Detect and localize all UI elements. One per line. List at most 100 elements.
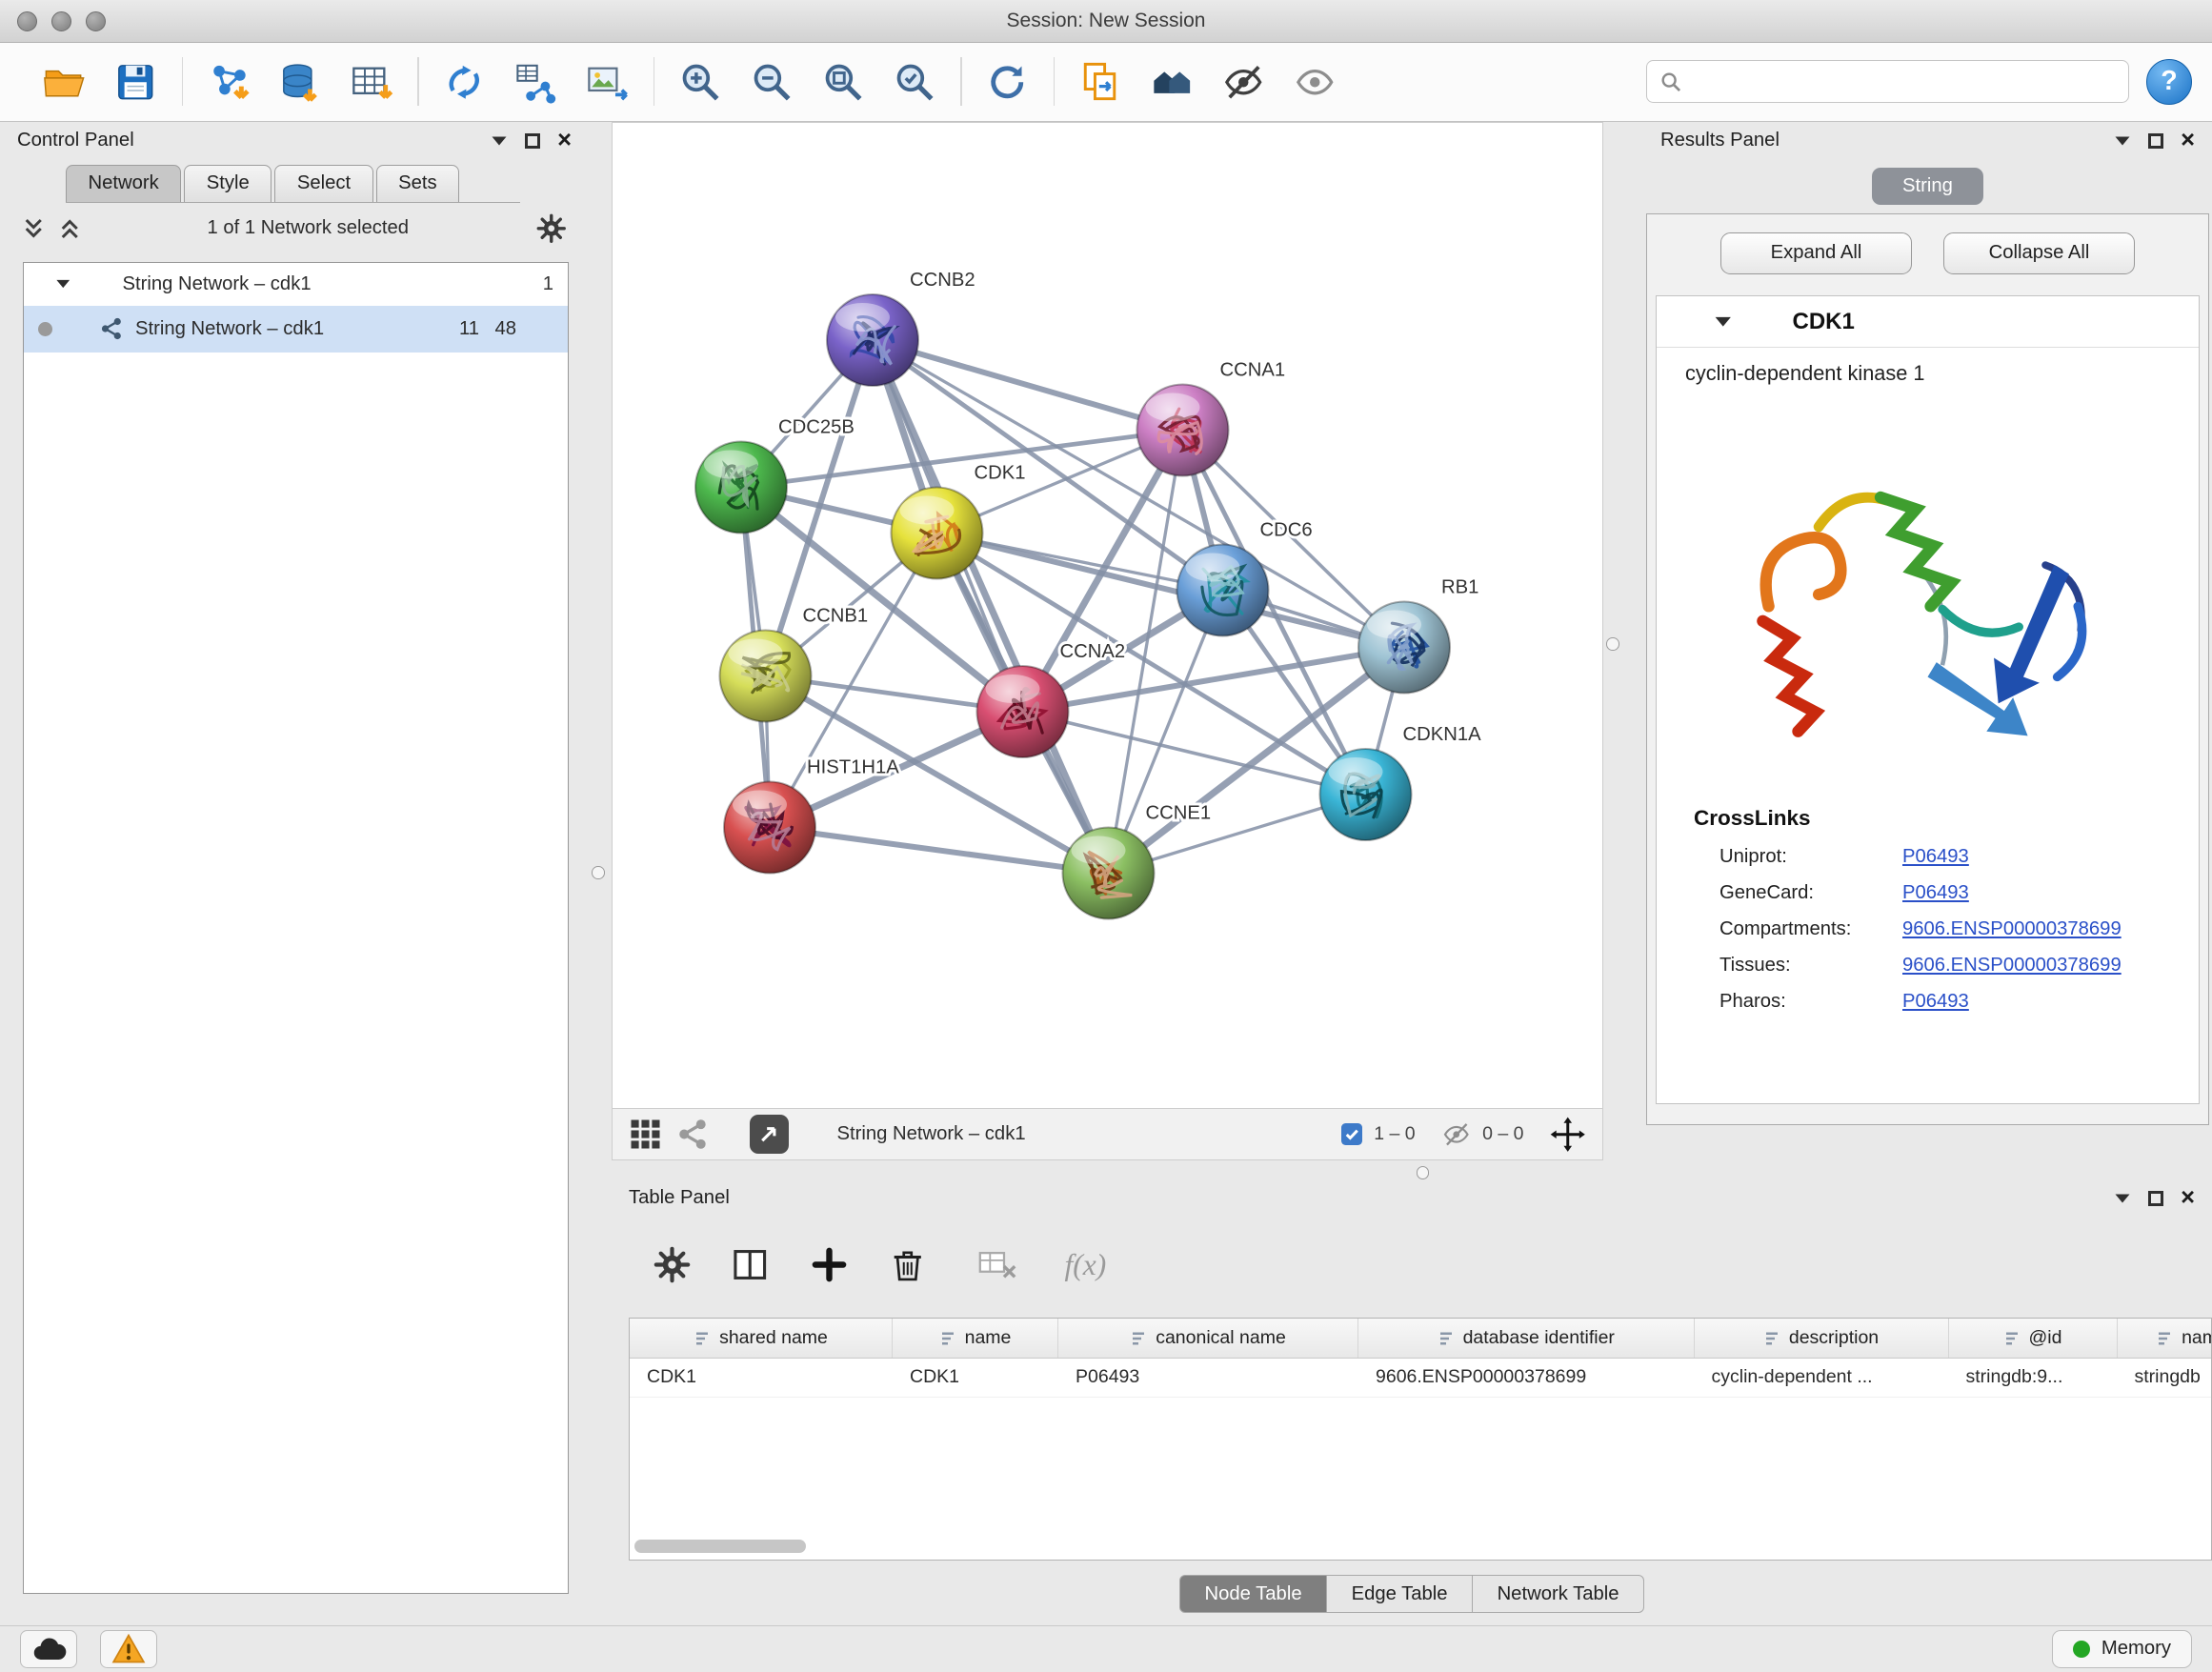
zoom-out-button[interactable] (736, 49, 808, 114)
window-close-button[interactable] (17, 11, 37, 31)
table-cell[interactable]: stringdb:9... (1949, 1359, 2118, 1397)
tree-expander-icon[interactable] (55, 278, 71, 290)
table-data-row[interactable]: CDK1CDK1P064939606.ENSP00000378699cyclin… (630, 1359, 2211, 1398)
panel-float-icon[interactable] (2148, 133, 2164, 150)
crosslink-link[interactable]: P06493 (1902, 846, 1969, 868)
crosslink-link[interactable]: P06493 (1902, 991, 1969, 1013)
delete-table-button[interactable] (975, 1242, 1020, 1288)
network-row[interactable]: String Network – cdk1 11 48 (24, 306, 568, 353)
panel-close-icon[interactable]: × (557, 129, 572, 153)
table-settings-button[interactable] (649, 1242, 694, 1288)
select-columns-button[interactable] (728, 1242, 774, 1288)
bottom-splitter-handle[interactable] (1417, 1166, 1430, 1179)
right-splitter-handle[interactable] (1606, 637, 1619, 651)
import-network-button[interactable] (193, 49, 265, 114)
expand-all-icon[interactable] (59, 217, 81, 240)
network-edge[interactable] (873, 340, 1109, 874)
clone-network-button[interactable] (1065, 49, 1136, 114)
memory-button[interactable]: Memory (2052, 1630, 2192, 1669)
welcome-screen-button[interactable] (1136, 49, 1208, 114)
cloud-button[interactable] (20, 1630, 77, 1669)
panel-menu-icon[interactable] (2114, 1193, 2131, 1204)
save-session-button[interactable] (100, 49, 171, 114)
panel-float-icon[interactable] (525, 133, 541, 150)
tab-network[interactable]: Network (66, 165, 181, 202)
tab-string[interactable]: String (1872, 168, 1983, 205)
tab-select[interactable]: Select (274, 165, 372, 202)
gear-icon[interactable] (536, 213, 567, 244)
expand-all-button[interactable]: Expand All (1720, 232, 1912, 274)
table-cell[interactable]: P06493 (1058, 1359, 1358, 1397)
zoom-in-button[interactable] (665, 49, 736, 114)
column-header-database-identifier[interactable]: database identifier (1358, 1319, 1695, 1358)
network-node-rb1[interactable] (1358, 601, 1450, 693)
zoom-fit-button[interactable] (808, 49, 879, 114)
column-header-name[interactable]: name (893, 1319, 1058, 1358)
detach-view-button[interactable] (750, 1115, 789, 1154)
network-node-cdc6[interactable] (1177, 544, 1269, 635)
crosslink-link[interactable]: 9606.ENSP00000378699 (1902, 955, 2122, 977)
zoom-selected-button[interactable] (879, 49, 951, 114)
table-cell[interactable]: 9606.ENSP00000378699 (1358, 1359, 1695, 1397)
panel-menu-icon[interactable] (491, 135, 508, 147)
network-node-ccne1[interactable] (1063, 827, 1155, 918)
selection-checkbox[interactable] (1341, 1123, 1363, 1145)
tab-node-table[interactable]: Node Table (1179, 1575, 1327, 1613)
search-input[interactable] (1692, 71, 2116, 92)
create-column-button[interactable] (806, 1242, 852, 1288)
left-splitter-handle[interactable] (592, 866, 605, 879)
help-button[interactable]: ? (2146, 59, 2192, 105)
network-node-cdk1[interactable] (892, 487, 983, 578)
delete-column-button[interactable] (885, 1242, 931, 1288)
tab-edge-table[interactable]: Edge Table (1327, 1575, 1473, 1613)
table-cell[interactable]: stringdb (2118, 1359, 2212, 1397)
panel-close-icon[interactable]: × (2181, 1186, 2195, 1211)
column-header-canonical-name[interactable]: canonical name (1058, 1319, 1358, 1358)
column-header-shared-name[interactable]: shared name (630, 1319, 893, 1358)
window-minimize-button[interactable] (51, 11, 71, 31)
panel-close-icon[interactable]: × (2181, 129, 2195, 153)
new-network-from-table-button[interactable] (500, 49, 572, 114)
reapply-layout-button[interactable] (972, 49, 1043, 114)
window-zoom-button[interactable] (86, 11, 106, 31)
hide-graphics-details-button[interactable] (1208, 49, 1279, 114)
table-horizontal-scrollbar[interactable] (634, 1540, 2207, 1554)
crosslink-link[interactable]: P06493 (1902, 882, 1969, 904)
network-node-ccnb2[interactable] (827, 294, 918, 386)
tab-network-table[interactable]: Network Table (1473, 1575, 1644, 1613)
network-node-cdkn1a[interactable] (1320, 749, 1412, 840)
network-node-ccna1[interactable] (1137, 384, 1229, 475)
import-network-from-database-button[interactable] (265, 49, 336, 114)
network-edge[interactable] (770, 827, 1109, 873)
column-header-description[interactable]: description (1695, 1319, 1949, 1358)
birdseye-view-icon[interactable] (678, 1118, 710, 1150)
column-header--id[interactable]: @id (1949, 1319, 2118, 1358)
table-cell[interactable]: CDK1 (893, 1359, 1058, 1397)
network-canvas[interactable]: CCNB2CCNA1CDC25BCDK1CDC6RB1CCNB1CCNA2CDK… (613, 123, 1601, 1106)
function-builder-button[interactable]: f(x) (1065, 1242, 1107, 1288)
tab-style[interactable]: Style (184, 165, 271, 202)
show-graphics-details-button[interactable] (1279, 49, 1351, 114)
section-collapse-icon[interactable] (1714, 315, 1733, 329)
import-table-button[interactable] (336, 49, 408, 114)
collapse-all-icon[interactable] (23, 217, 45, 240)
protein-section-header[interactable]: CDK1 (1657, 296, 2199, 348)
network-node-ccnb1[interactable] (720, 630, 812, 721)
network-node-hist1h1a[interactable] (724, 781, 815, 873)
column-header-namespace[interactable]: namespace (2118, 1319, 2212, 1358)
collapse-all-button[interactable]: Collapse All (1943, 232, 2135, 274)
table-cell[interactable]: cyclin-dependent ... (1695, 1359, 1949, 1397)
grid-view-icon[interactable] (630, 1118, 661, 1150)
panel-float-icon[interactable] (2148, 1191, 2164, 1207)
pan-crosshair-icon[interactable] (1550, 1117, 1586, 1153)
warnings-button[interactable] (100, 1630, 157, 1669)
network-edge[interactable] (873, 340, 1183, 431)
network-collection-row[interactable]: String Network – cdk1 1 (24, 263, 568, 306)
open-session-button[interactable] (29, 49, 100, 114)
export-image-button[interactable] (572, 49, 643, 114)
network-node-cdc25b[interactable] (695, 441, 787, 533)
scrollbar-thumb[interactable] (634, 1540, 806, 1553)
tab-sets[interactable]: Sets (376, 165, 460, 202)
new-network-from-selection-button[interactable] (429, 49, 500, 114)
panel-menu-icon[interactable] (2114, 135, 2131, 147)
